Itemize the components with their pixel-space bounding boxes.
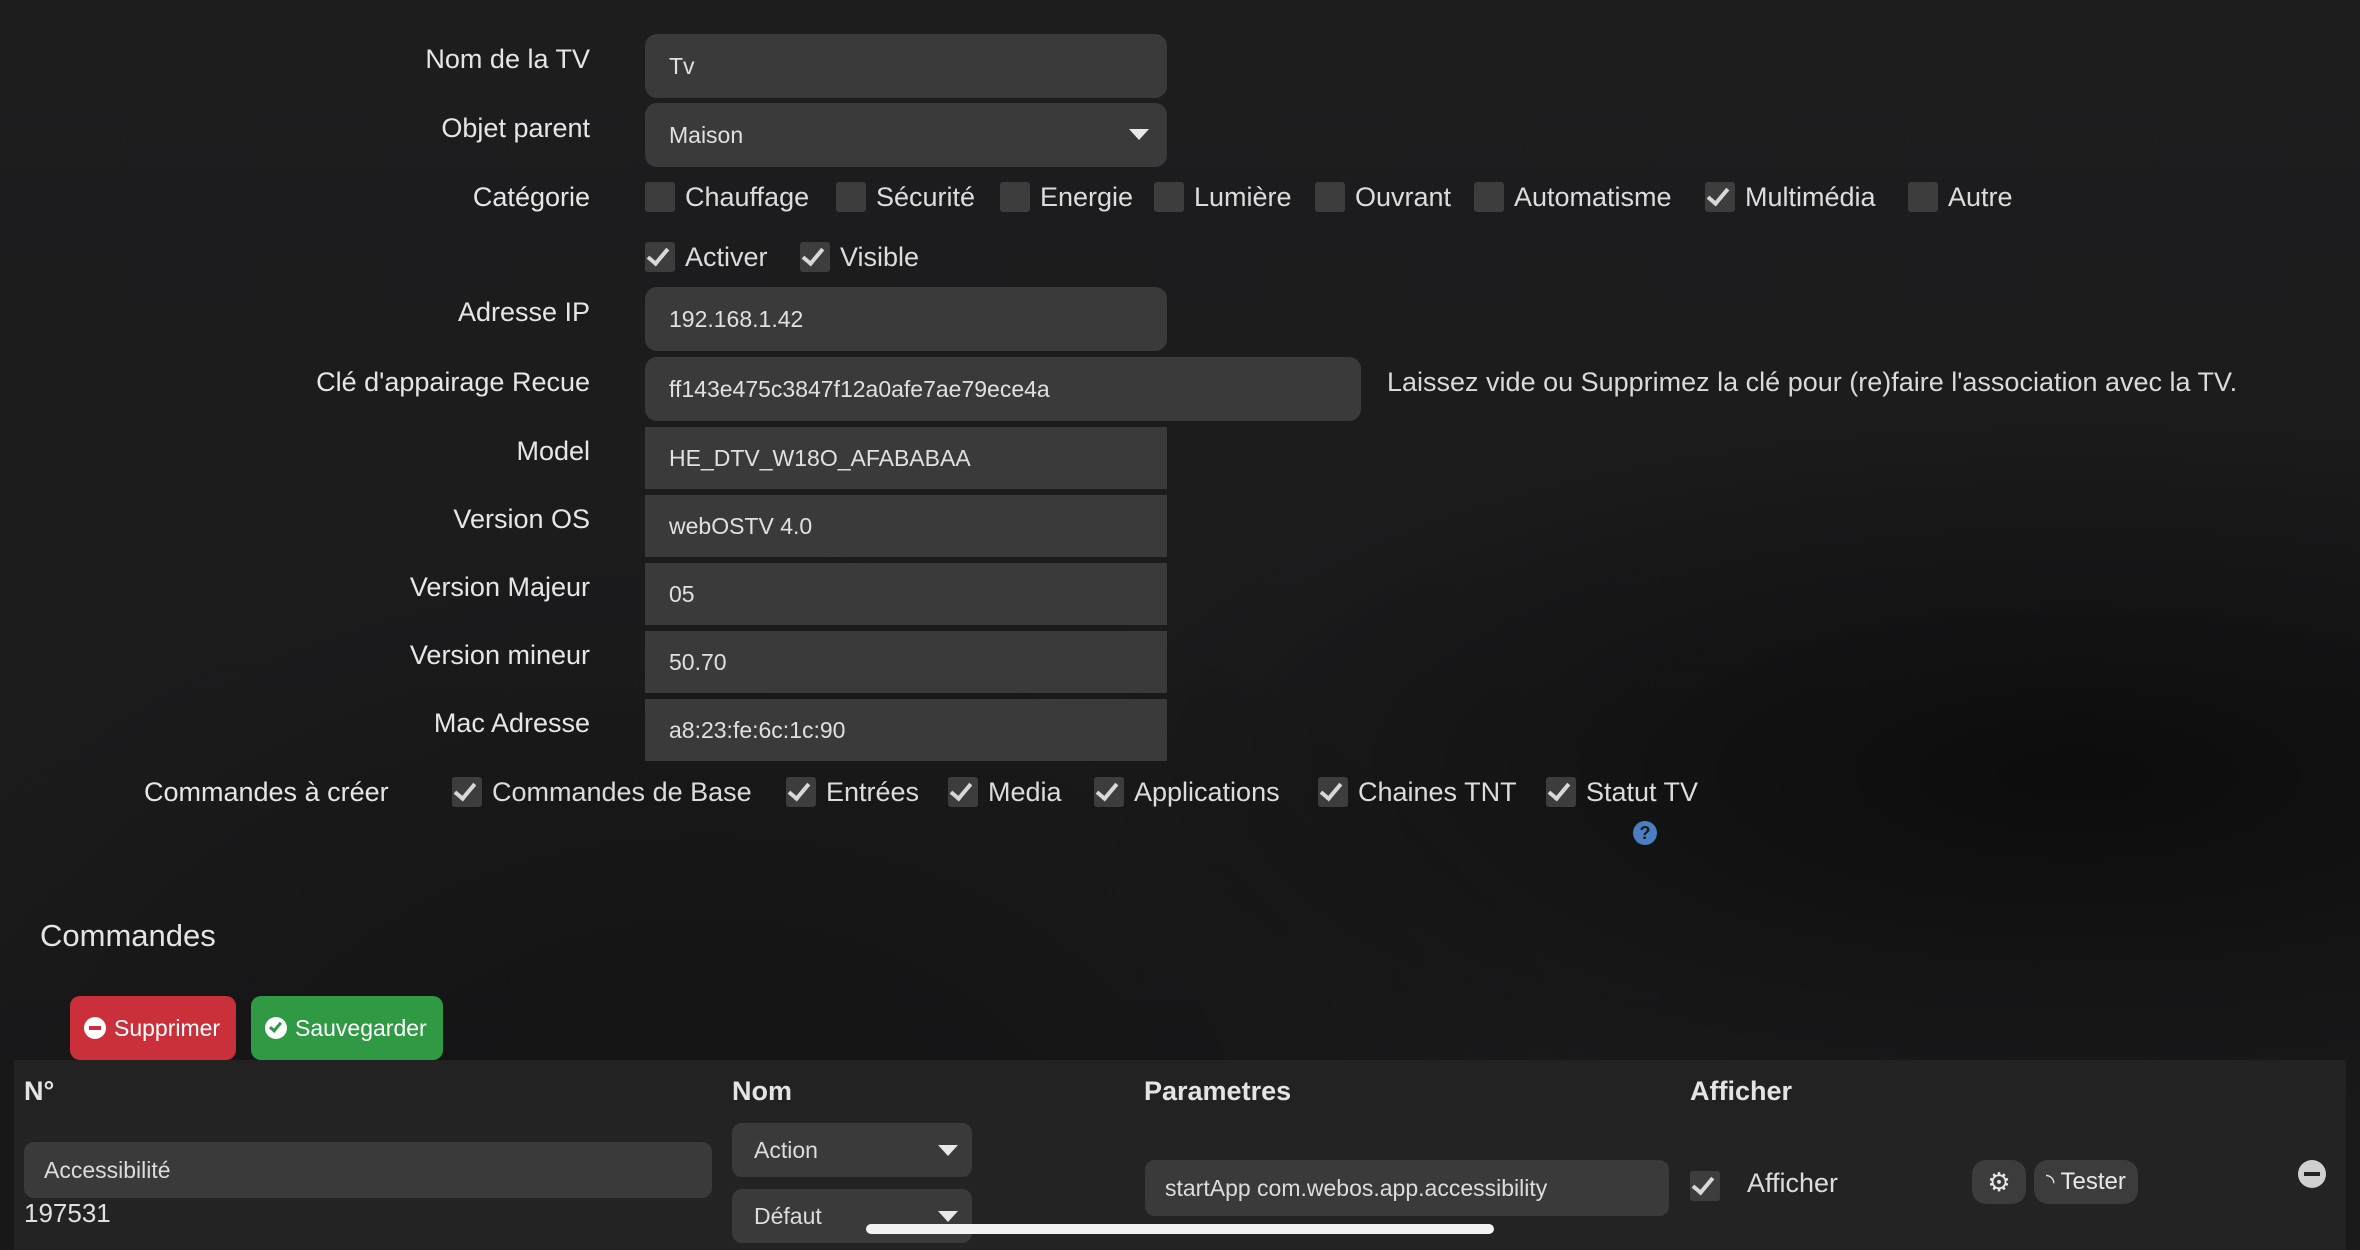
delete-button[interactable]: Supprimer (70, 996, 237, 1060)
create-checkbox-media[interactable] (948, 777, 978, 807)
create-label-applications: Applications (1134, 777, 1280, 807)
check-icon (1547, 777, 1571, 802)
gears-icon: ⚙ (1987, 1166, 2011, 1197)
category-label-autre: Autre (1948, 182, 2013, 212)
create-label-tnt: Chaines TNT (1358, 777, 1517, 807)
command-name-input[interactable]: Accessibilité (24, 1142, 712, 1198)
parent-object-select[interactable]: Maison (645, 103, 1167, 167)
header-id: N° (24, 1076, 55, 1106)
ip-input[interactable]: 192.168.1.42 (645, 287, 1167, 351)
rss-icon: ◝ (2046, 1169, 2055, 1194)
ip-label: Adresse IP (457, 297, 590, 327)
check-icon (1691, 1171, 1715, 1196)
tv-name-label: Nom de la TV (425, 44, 590, 74)
category-checkbox-energie[interactable] (1000, 182, 1030, 212)
category-checkbox-securite[interactable] (836, 182, 866, 212)
category-label-securite: Sécurité (876, 182, 976, 212)
category-checkbox-automatisme[interactable] (1474, 182, 1504, 212)
check-icon (949, 777, 973, 802)
chevron-down-icon (938, 1145, 958, 1156)
category-label-energie: Energie (1040, 182, 1134, 212)
activate-label: Activer (685, 242, 768, 272)
commands-table-header: N° Nom Parametres Afficher (14, 1060, 2346, 1120)
activate-checkbox[interactable] (645, 242, 675, 272)
create-label-base: Commandes de Base (492, 777, 752, 807)
minor-version-input[interactable]: 50.70 (645, 631, 1167, 693)
command-test-label: Tester (2060, 1168, 2126, 1195)
check-circle-icon (265, 1017, 287, 1039)
minus-circle-icon (84, 1017, 106, 1039)
visible-checkbox[interactable] (800, 242, 830, 272)
header-params: Parametres (1144, 1076, 1292, 1106)
command-show-label: Afficher (1747, 1168, 1839, 1198)
create-label-media: Media (988, 777, 1062, 807)
category-checkbox-chauffage[interactable] (645, 182, 675, 212)
category-checkbox-lumiere[interactable] (1154, 182, 1184, 212)
category-label-lumiere: Lumière (1194, 182, 1292, 212)
major-version-input[interactable]: 05 (645, 563, 1167, 625)
command-type-select[interactable]: Action (732, 1123, 972, 1177)
check-icon (1095, 777, 1119, 802)
model-input[interactable]: HE_DTV_W18O_AFABABAA (645, 427, 1167, 489)
check-icon (787, 777, 811, 802)
category-label-chauffage: Chauffage (685, 182, 810, 212)
command-subtype-value: Défaut (754, 1203, 822, 1229)
parent-object-label: Objet parent (441, 113, 590, 143)
minor-version-label: Version mineur (409, 640, 590, 670)
os-version-label: Version OS (453, 504, 590, 534)
create-label-inputs: Entrées (826, 777, 920, 807)
create-label-status: Statut TV (1586, 777, 1699, 807)
mac-address-input[interactable]: a8:23:fe:6c:1c:90 (645, 699, 1167, 761)
header-show: Afficher (1690, 1076, 1793, 1106)
os-version-input[interactable]: webOSTV 4.0 (645, 495, 1167, 557)
command-param-input[interactable]: startApp com.webos.app.accessibility (1145, 1160, 1669, 1216)
check-icon (801, 242, 825, 267)
command-id: 197531 (24, 1198, 111, 1228)
chevron-down-icon (1129, 129, 1149, 140)
remove-command-icon[interactable] (2298, 1160, 2326, 1188)
commands-create-label: Commandes à créer (144, 777, 389, 807)
check-icon (1319, 777, 1343, 802)
pairing-key-input[interactable]: ff143e475c3847f12a0afe7ae79ece4a (645, 357, 1361, 421)
check-icon (453, 777, 477, 802)
mac-address-label: Mac Adresse (433, 708, 590, 738)
save-button[interactable]: Sauvegarder (251, 996, 443, 1060)
create-checkbox-base[interactable] (452, 777, 482, 807)
category-checkbox-multimedia[interactable] (1705, 182, 1735, 212)
command-subtype-select[interactable]: Défaut (732, 1189, 972, 1243)
save-button-label: Sauvegarder (295, 1014, 427, 1041)
parent-object-value: Maison (669, 122, 744, 148)
tv-name-input[interactable]: Tv (645, 34, 1167, 98)
create-checkbox-tnt[interactable] (1318, 777, 1348, 807)
major-version-label: Version Majeur (409, 572, 590, 602)
model-label: Model (516, 436, 590, 466)
create-checkbox-inputs[interactable] (786, 777, 816, 807)
create-checkbox-applications[interactable] (1094, 777, 1124, 807)
check-icon (1706, 182, 1730, 207)
pairing-key-hint: Laissez vide ou Supprimez la clé pour (r… (1387, 367, 2238, 397)
command-type-value: Action (754, 1137, 818, 1163)
category-label-automatisme: Automatisme (1514, 182, 1672, 212)
category-label-ouvrant: Ouvrant (1355, 182, 1452, 212)
category-label: Catégorie (472, 182, 590, 212)
command-config-button[interactable]: ⚙ (1972, 1160, 2026, 1204)
visible-label: Visible (840, 242, 920, 272)
command-test-button[interactable]: ◝ Tester (2034, 1160, 2138, 1204)
category-label-multimedia: Multimédia (1745, 182, 1876, 212)
delete-button-label: Supprimer (114, 1014, 221, 1041)
home-indicator (866, 1224, 1494, 1234)
category-checkbox-ouvrant[interactable] (1315, 182, 1345, 212)
commands-title: Commandes (40, 918, 216, 953)
command-show-checkbox[interactable] (1690, 1171, 1720, 1201)
category-checkbox-autre[interactable] (1908, 182, 1938, 212)
help-icon[interactable]: ? (1633, 821, 1657, 845)
check-icon (646, 242, 670, 267)
pairing-key-label: Clé d'appairage Recue (316, 367, 590, 397)
header-name: Nom (732, 1076, 792, 1106)
chevron-down-icon (938, 1211, 958, 1222)
create-checkbox-status[interactable] (1546, 777, 1576, 807)
